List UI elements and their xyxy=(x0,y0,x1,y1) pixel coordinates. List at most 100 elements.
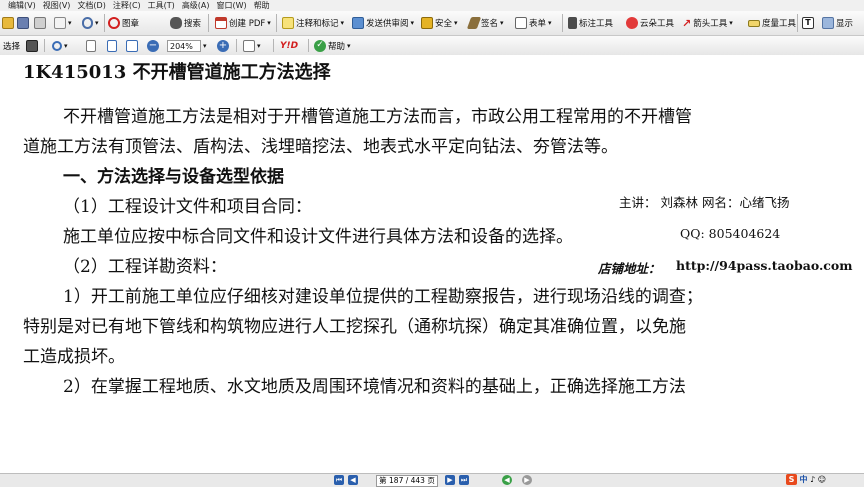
camera-icon xyxy=(26,39,38,52)
show-button[interactable]: 显示 xyxy=(822,11,853,35)
chevron-down-icon: ▾ xyxy=(95,19,99,27)
form-button[interactable]: 表单 ▾ xyxy=(515,11,552,35)
arrow-icon: ↗ xyxy=(682,16,692,30)
chevron-down-icon: ▾ xyxy=(454,19,458,27)
previous-page-icon: ◀ xyxy=(350,476,356,484)
toolbar-separator xyxy=(104,14,105,32)
text-tool-button[interactable]: T xyxy=(802,11,814,35)
zoom-level-value[interactable]: 204% xyxy=(167,39,201,52)
next-page-icon: ▶ xyxy=(447,476,453,484)
ime-indicator[interactable]: S 中 ♪ ☺ xyxy=(786,474,864,486)
sogou-s-icon: S xyxy=(786,474,797,485)
chevron-down-icon: ▾ xyxy=(548,19,552,27)
send-review-button[interactable]: 发送供审阅 ▾ xyxy=(352,11,414,35)
watermark-qq: QQ: 805404624 xyxy=(680,226,781,241)
create-pdf-button[interactable]: 创建 PDF ▾ xyxy=(215,11,271,35)
ime-punct-icon: ♪ xyxy=(810,475,816,484)
menu-document[interactable]: 文档(D) xyxy=(77,0,105,11)
section-heading: 一、方法选择与设备选型依据 xyxy=(63,167,284,187)
sign-button[interactable]: 签名 ▾ xyxy=(466,11,504,35)
save-button[interactable] xyxy=(17,11,29,35)
toolbar-separator xyxy=(797,14,798,32)
lock-icon xyxy=(421,17,433,29)
ime-emoji-icon: ☺ xyxy=(817,475,827,484)
fit-width-button[interactable] xyxy=(126,36,138,55)
previous-page-button[interactable]: ◀ xyxy=(348,475,358,485)
menu-tools[interactable]: 工具(T) xyxy=(148,0,175,11)
chevron-down-icon: ▾ xyxy=(267,19,271,27)
pen-icon xyxy=(466,17,482,29)
first-page-icon: ⏮ xyxy=(335,476,343,484)
fit-page-button[interactable] xyxy=(107,36,117,55)
stamp-button[interactable]: 图章 xyxy=(108,11,139,35)
print-button[interactable] xyxy=(34,11,46,35)
show-label: 显示 xyxy=(836,19,854,29)
select-tool-button[interactable]: 选择 xyxy=(3,36,20,55)
ime-mode-icon: 中 xyxy=(799,475,808,484)
envelope-icon xyxy=(54,17,66,29)
help-label: 帮助 xyxy=(328,41,346,52)
sign-label: 签名 xyxy=(481,19,499,29)
create-pdf-label: 创建 PDF xyxy=(229,19,266,29)
chevron-down-icon: ▾ xyxy=(500,19,504,27)
select-tool-label: 选择 xyxy=(3,41,21,52)
print-icon xyxy=(34,17,46,29)
first-page-button[interactable]: ⏮ xyxy=(334,475,344,485)
arrow-tool-button[interactable]: ↗ 箭头工具 ▾ xyxy=(682,11,733,35)
toolbar-separator xyxy=(44,39,45,52)
magnifier-icon xyxy=(52,40,62,51)
cloud-icon xyxy=(626,17,638,29)
send-review-label: 发送供审阅 xyxy=(366,19,409,29)
open-button[interactable] xyxy=(2,11,14,35)
security-button[interactable]: 安全 ▾ xyxy=(421,11,458,35)
last-page-icon: ⏭ xyxy=(460,476,468,484)
comment-label: 注释和标记 xyxy=(296,19,339,29)
menu-comment[interactable]: 注释(C) xyxy=(113,0,141,11)
chevron-down-icon: ▾ xyxy=(64,41,68,50)
search-button[interactable]: 搜索 xyxy=(170,11,201,35)
email-button[interactable]: ▾ xyxy=(54,11,72,35)
comment-button[interactable]: 注释和标记 ▾ xyxy=(282,11,344,35)
search-label: 搜索 xyxy=(184,19,202,29)
mark-tool-button[interactable]: 标注工具 xyxy=(568,11,613,35)
help-button[interactable]: ✓ 帮助 ▾ xyxy=(314,36,351,55)
paragraph-line: 特别是对已有地下管线和构筑物应进行人工挖探孔（通称坑探）确定其准确位置，以免施 xyxy=(23,317,686,337)
fit-width-icon xyxy=(126,39,138,52)
snapshot-button[interactable] xyxy=(26,36,38,55)
zoom-out-button[interactable]: − xyxy=(147,36,159,55)
save-icon xyxy=(17,17,29,29)
status-bar: ⏮ ◀ 第 187 / 443 页 ▶ ⏭ ◀ ▶ S 中 ♪ ☺ xyxy=(0,473,864,487)
last-page-button[interactable]: ⏭ xyxy=(459,475,469,485)
toolbar-separator xyxy=(276,14,277,32)
menu-window[interactable]: 窗口(W) xyxy=(217,0,247,11)
watermark-lecturer: 主讲： 刘森林 网名：心绪飞扬 xyxy=(619,195,790,210)
zoom-tool-button[interactable]: ▾ xyxy=(52,36,68,55)
chevron-down-icon: ▾ xyxy=(410,19,415,27)
attach-button[interactable]: ▾ xyxy=(82,11,99,35)
binoculars-icon xyxy=(170,17,182,29)
page-number-field[interactable]: 第 187 / 443 页 xyxy=(376,475,438,487)
toolbar-separator xyxy=(562,14,563,32)
paragraph-line: 1）开工前施工单位应仔细核对建设单位提供的工程勘察报告，进行现场沿线的调查； xyxy=(63,287,703,307)
chevron-down-icon: ▾ xyxy=(340,19,345,27)
page-layout-button[interactable]: ▾ xyxy=(243,36,261,55)
measure-tool-button[interactable]: 度量工具 xyxy=(748,11,796,35)
next-page-button[interactable]: ▶ xyxy=(445,475,455,485)
list-item: （2）工程详勘资料： xyxy=(63,257,227,277)
menu-advanced[interactable]: 高级(A) xyxy=(182,0,210,11)
menu-edit[interactable]: 编辑(V) xyxy=(8,0,36,11)
arrow-tool-label: 箭头工具 xyxy=(693,19,728,29)
translate-button[interactable]: Y!D xyxy=(280,36,298,55)
zoom-level-select[interactable]: 204% ▾ xyxy=(167,36,207,55)
menu-help[interactable]: 帮助 xyxy=(254,0,270,11)
go-back-button[interactable]: ◀ xyxy=(502,475,512,485)
pdf-icon xyxy=(215,17,227,29)
paragraph-line: 2）在掌握工程地质、水文地质及周围环境情况和资料的基础上，正确选择施工方法 xyxy=(63,377,686,397)
menu-view[interactable]: 视图(V) xyxy=(43,0,71,11)
go-forward-button[interactable]: ▶ xyxy=(522,475,532,485)
secondary-toolbar: 选择 ▾ − 204% ▾ + ▾ Y!D ✓ 帮助 ▾ xyxy=(0,36,864,56)
actual-size-button[interactable] xyxy=(86,36,96,55)
page-icon xyxy=(86,39,96,52)
cloud-tool-button[interactable]: 云朵工具 xyxy=(626,11,674,35)
zoom-in-button[interactable]: + xyxy=(217,36,229,55)
